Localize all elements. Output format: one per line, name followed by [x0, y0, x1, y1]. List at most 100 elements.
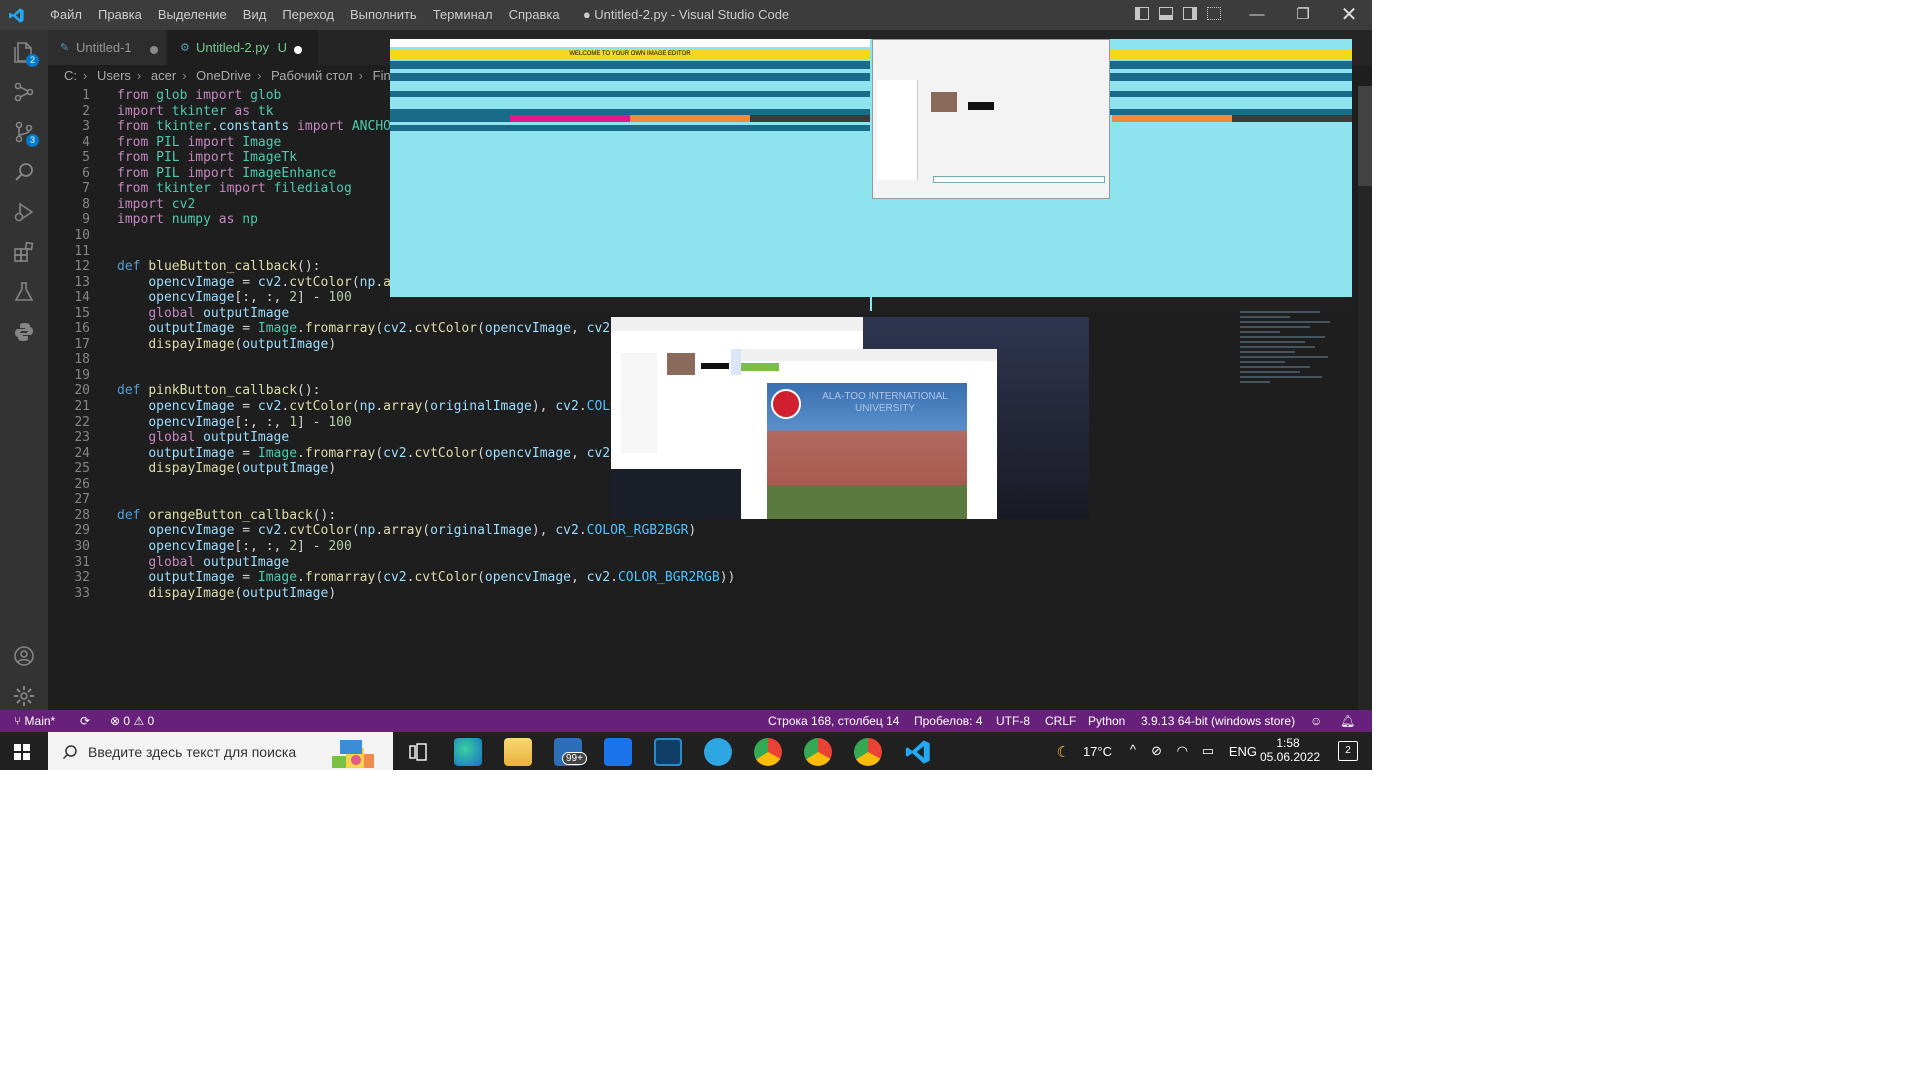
menu-terminal[interactable]: Терминал	[425, 0, 501, 30]
menu-edit[interactable]: Правка	[90, 0, 150, 30]
indentation[interactable]: Пробелов: 4	[914, 710, 983, 732]
unsaved-dot-icon[interactable]	[294, 46, 302, 54]
network-status-icon[interactable]: ⊘	[1151, 743, 1162, 759]
run-debug-button[interactable]	[0, 192, 48, 232]
chrome-icon[interactable]	[854, 738, 882, 766]
tab-untitled-2-py[interactable]: ⚙ Untitled-2.py U	[168, 30, 318, 65]
breadcrumb-item[interactable]: OneDrive	[196, 68, 251, 83]
file-explorer-icon[interactable]	[504, 738, 532, 766]
battery-icon[interactable]: ▭	[1202, 743, 1214, 759]
image-editor-app-right	[872, 39, 1352, 311]
search-icon	[62, 745, 77, 760]
branch-label: Main*	[24, 714, 56, 728]
taskbar-search[interactable]: Введите здесь текст для поиска	[48, 732, 393, 770]
python-icon	[15, 323, 33, 341]
start-button[interactable]	[14, 744, 30, 760]
warning-icon: ⚠	[133, 714, 145, 728]
branch-indicator[interactable]: ⑂ Main*	[14, 710, 55, 732]
problems-indicator[interactable]: ⊗ 0 ⚠ 0	[110, 710, 154, 732]
share-graph-icon	[14, 82, 34, 102]
wifi-icon[interactable]: ◠	[1177, 743, 1188, 759]
calendar-app-icon[interactable]	[604, 738, 632, 766]
menu-go[interactable]: Переход	[274, 0, 342, 30]
menu-view[interactable]: Вид	[235, 0, 275, 30]
code-text: dispayImage(outputImage)	[148, 585, 337, 601]
python-interpreter[interactable]: 3.9.13 64-bit (windows store)	[1141, 710, 1295, 732]
extensions-icon	[14, 241, 34, 262]
file-open-dialog-thumbnail	[872, 39, 1110, 199]
moon-weather-icon[interactable]: ☾	[1057, 743, 1070, 761]
university-title: ALA-TOO INTERNATIONAL UNIVERSITY	[805, 391, 965, 415]
restore-icon[interactable]: ❐	[1280, 0, 1326, 30]
encoding[interactable]: UTF-8	[996, 710, 1030, 732]
branch-icon: ⑂	[14, 714, 22, 728]
scrollbar-thumb[interactable]	[1358, 86, 1372, 186]
chevron-up-icon[interactable]: ^	[1130, 742, 1136, 757]
cursor-position[interactable]: Строка 168, столбец 14	[768, 710, 899, 732]
clock[interactable]: 1:58 05.06.2022	[1260, 736, 1320, 764]
notifications-button[interactable]: 2	[1338, 741, 1358, 761]
notifications-bell-icon[interactable]: 🔔︎	[1340, 710, 1355, 732]
task-view-icon[interactable]	[404, 738, 432, 766]
accounts-button[interactable]	[0, 636, 48, 676]
weather-temp[interactable]: 17°C	[1083, 744, 1112, 759]
search-icon	[15, 163, 33, 181]
explorer-button[interactable]: 2	[0, 32, 48, 72]
menu-selection[interactable]: Выделение	[150, 0, 235, 30]
menu-file[interactable]: Файл	[42, 0, 90, 30]
menu-help[interactable]: Справка	[501, 0, 568, 30]
tab-label: Untitled-2.py	[196, 40, 269, 55]
breadcrumb-item[interactable]: Users	[97, 68, 131, 83]
vscode-taskbar-icon[interactable]	[904, 738, 932, 766]
toggle-panel-icon[interactable]	[1159, 7, 1173, 20]
minimap[interactable]	[1240, 306, 1358, 426]
language-mode[interactable]: Python	[1088, 710, 1125, 732]
code-line[interactable]: 33 dispayImage(outputImage)	[48, 584, 1348, 603]
account-icon	[14, 646, 34, 666]
menu-bar: Файл Правка Выделение Вид Переход Выполн…	[42, 0, 568, 30]
image-editor-app-left: WELCOME TO YOUR OWN IMAGE EDITOR	[390, 39, 870, 311]
vscode-window: Файл Правка Выделение Вид Переход Выполн…	[0, 0, 1372, 770]
python-button[interactable]	[0, 312, 48, 352]
breadcrumb-item[interactable]: Рабочий стол	[271, 68, 353, 83]
feedback-icon[interactable]: ☺	[1310, 710, 1322, 732]
telegram-icon[interactable]	[704, 738, 732, 766]
university-title-line2: UNIVERSITY	[854, 403, 915, 414]
edge-browser-icon[interactable]	[454, 738, 482, 766]
testing-button[interactable]	[0, 272, 48, 312]
chrome-profile-2-icon[interactable]	[804, 738, 832, 766]
line-number: 33	[74, 585, 90, 601]
chevron-right-icon: ›	[83, 68, 88, 83]
tab-untitled-1[interactable]: ✎ Untitled-1	[48, 30, 166, 65]
search-placeholder: Введите здесь текст для поиска	[88, 744, 297, 760]
mail-badge: 99+	[562, 752, 587, 765]
unsaved-dot-icon[interactable]	[150, 46, 158, 54]
error-count: 0	[123, 714, 131, 728]
breadcrumb-item[interactable]: acer	[151, 68, 176, 83]
window-controls: — ❐ ✕	[1234, 0, 1372, 30]
desktop-screenshot-thumbnail[interactable]: ALA-TOO INTERNATIONAL UNIVERSITY	[611, 317, 1089, 519]
image-editor-screenshot-thumbnail[interactable]: WELCOME TO YOUR OWN IMAGE EDITOR	[390, 39, 1352, 311]
security-shield-icon[interactable]	[654, 738, 682, 766]
close-icon[interactable]: ✕	[1326, 0, 1372, 30]
source-share-button[interactable]	[0, 72, 48, 112]
extensions-button[interactable]	[0, 232, 48, 272]
breadcrumb-item[interactable]: C:	[64, 68, 77, 83]
sync-icon[interactable]: ⟳	[80, 710, 90, 732]
layout-controls	[1135, 7, 1221, 20]
source-control-button[interactable]: 3	[0, 112, 48, 152]
menu-run[interactable]: Выполнить	[342, 0, 425, 30]
toggle-sidebar-icon[interactable]	[1135, 7, 1149, 20]
chrome-profile-1-icon[interactable]	[754, 738, 782, 766]
input-language[interactable]: ENG	[1229, 744, 1257, 759]
editor-scrollbar[interactable]	[1358, 86, 1372, 710]
mail-icon[interactable]: 99+	[554, 738, 587, 766]
minimize-icon[interactable]: —	[1234, 0, 1280, 30]
flask-icon	[14, 282, 34, 301]
customize-layout-icon[interactable]	[1207, 7, 1221, 20]
search-button[interactable]	[0, 152, 48, 192]
error-icon: ⊗	[110, 714, 121, 728]
end-of-line[interactable]: CRLF	[1045, 710, 1076, 732]
toggle-secondary-sidebar-icon[interactable]	[1183, 7, 1197, 20]
university-photo: ALA-TOO INTERNATIONAL UNIVERSITY	[767, 383, 967, 519]
